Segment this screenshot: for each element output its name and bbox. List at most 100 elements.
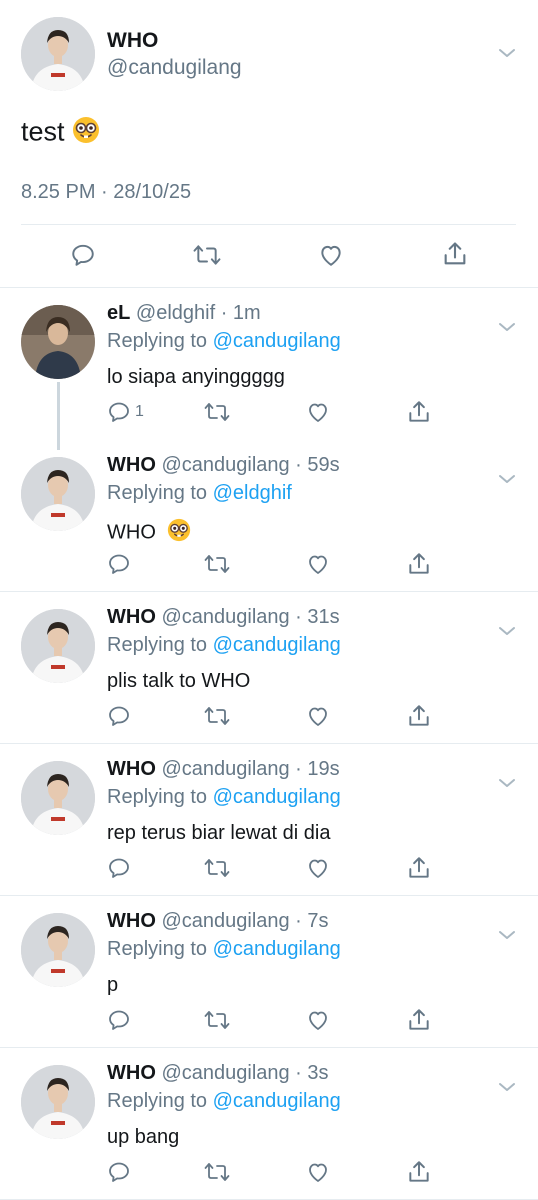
tweet-text: up bang <box>107 1126 179 1149</box>
display-name[interactable]: WHO <box>107 454 156 476</box>
retweet-icon <box>203 1160 231 1184</box>
share-button[interactable] <box>406 399 432 425</box>
share-button[interactable] <box>406 551 432 577</box>
chevron-down-icon[interactable] <box>498 1078 516 1096</box>
handle[interactable]: @eldghif · 1m <box>136 302 261 324</box>
reply-tweet[interactable]: WHO @candugilang · 59s Replying to @eldg… <box>0 440 538 592</box>
chevron-down-icon[interactable] <box>498 470 516 488</box>
nerd-face-icon <box>167 518 191 548</box>
reply-header: WHO @candugilang · 7s <box>107 910 329 933</box>
retweet-icon <box>203 704 231 728</box>
handle[interactable]: @candugilang · 59s <box>161 454 339 476</box>
chevron-down-icon[interactable] <box>498 318 516 336</box>
display-name[interactable]: WHO <box>107 29 158 53</box>
retweet-icon <box>203 856 231 880</box>
reply-button[interactable] <box>107 1008 131 1032</box>
replying-to-link[interactable]: @candugilang <box>213 938 341 960</box>
chevron-down-icon[interactable] <box>498 926 516 944</box>
avatar[interactable] <box>21 457 95 531</box>
retweet-button[interactable] <box>203 704 231 728</box>
avatar[interactable] <box>21 17 95 91</box>
reply-count: 1 <box>135 403 144 420</box>
share-button[interactable] <box>406 855 432 881</box>
share-button[interactable] <box>441 240 469 268</box>
avatar[interactable] <box>21 1065 95 1139</box>
retweet-button[interactable] <box>192 242 222 268</box>
retweet-icon <box>203 1008 231 1032</box>
tweet-text: rep terus biar lewat di dia <box>107 822 330 845</box>
tweet-text-content: WHO <box>107 521 156 544</box>
like-icon <box>305 1008 331 1032</box>
avatar[interactable] <box>21 761 95 835</box>
share-icon <box>406 1159 432 1185</box>
share-button[interactable] <box>406 703 432 729</box>
retweet-button[interactable] <box>203 1160 231 1184</box>
avatar[interactable] <box>21 609 95 683</box>
replying-to: Replying to @candugilang <box>107 634 341 657</box>
handle[interactable]: @candugilang · 7s <box>161 910 328 932</box>
display-name[interactable]: WHO <box>107 910 156 932</box>
chevron-down-icon[interactable] <box>498 44 516 62</box>
main-tweet: WHO @candugilang test 8.25 PM · 28/10/25 <box>0 0 538 288</box>
reply-header: WHO @candugilang · 31s <box>107 606 340 629</box>
reply-button[interactable] <box>107 704 131 728</box>
retweet-button[interactable] <box>203 400 231 424</box>
tweet-text-content: plis talk to WHO <box>107 670 251 692</box>
retweet-button[interactable] <box>203 552 231 576</box>
like-button[interactable] <box>305 856 331 880</box>
reply-button[interactable] <box>107 1160 131 1184</box>
display-name[interactable]: WHO <box>107 606 156 628</box>
like-button[interactable] <box>317 242 345 268</box>
reply-tweet[interactable]: WHO @candugilang · 31s Replying to @cand… <box>0 592 538 744</box>
reply-icon <box>107 704 131 728</box>
reply-icon <box>107 400 131 424</box>
replying-to-link[interactable]: @candugilang <box>213 330 341 352</box>
reply-header: WHO @candugilang · 59s <box>107 454 340 477</box>
replying-to-link[interactable]: @candugilang <box>213 634 341 656</box>
replying-to-prefix: Replying to <box>107 786 213 808</box>
tweet-text: WHO <box>107 518 191 548</box>
like-button[interactable] <box>305 704 331 728</box>
reply-button[interactable] <box>107 552 131 576</box>
replying-to-link[interactable]: @eldghif <box>213 482 292 504</box>
chevron-down-icon[interactable] <box>498 774 516 792</box>
reply-button[interactable] <box>70 242 96 268</box>
reply-icon <box>107 552 131 576</box>
reply-tweet[interactable]: WHO @candugilang · 7s Replying to @candu… <box>0 896 538 1048</box>
reply-button[interactable] <box>107 856 131 880</box>
like-button[interactable] <box>305 1160 331 1184</box>
display-name[interactable]: eL <box>107 302 130 324</box>
tweet-text-content: test <box>21 116 65 147</box>
reply-tweet[interactable]: eL @eldghif · 1m Replying to @candugilan… <box>0 288 538 440</box>
replying-to: Replying to @eldghif <box>107 482 292 505</box>
reply-tweet[interactable]: WHO @candugilang · 3s Replying to @candu… <box>0 1048 538 1200</box>
like-button[interactable] <box>305 400 331 424</box>
handle[interactable]: @candugilang · 19s <box>161 758 339 780</box>
replying-to: Replying to @candugilang <box>107 330 341 353</box>
replying-to-link[interactable]: @candugilang <box>213 1090 341 1112</box>
share-button[interactable] <box>406 1007 432 1033</box>
tweet-text-content: lo siapa anyinggggg <box>107 366 285 388</box>
avatar[interactable] <box>21 305 95 379</box>
like-icon <box>305 400 331 424</box>
handle[interactable]: @candugilang · 3s <box>161 1062 328 1084</box>
share-button[interactable] <box>406 1159 432 1185</box>
retweet-button[interactable] <box>203 856 231 880</box>
reply-tweet[interactable]: WHO @candugilang · 19s Replying to @cand… <box>0 744 538 896</box>
like-button[interactable] <box>305 552 331 576</box>
reply-icon <box>70 242 96 268</box>
replying-to-link[interactable]: @candugilang <box>213 786 341 808</box>
reply-header: WHO @candugilang · 19s <box>107 758 340 781</box>
tweet-timestamp[interactable]: 8.25 PM · 28/10/25 <box>21 181 191 204</box>
handle[interactable]: @candugilang <box>107 56 242 80</box>
reply-button[interactable]: 1 <box>107 400 144 424</box>
retweet-button[interactable] <box>203 1008 231 1032</box>
like-icon <box>317 242 345 268</box>
avatar[interactable] <box>21 913 95 987</box>
retweet-icon <box>203 552 231 576</box>
like-button[interactable] <box>305 1008 331 1032</box>
display-name[interactable]: WHO <box>107 758 156 780</box>
chevron-down-icon[interactable] <box>498 622 516 640</box>
display-name[interactable]: WHO <box>107 1062 156 1084</box>
handle[interactable]: @candugilang · 31s <box>161 606 339 628</box>
